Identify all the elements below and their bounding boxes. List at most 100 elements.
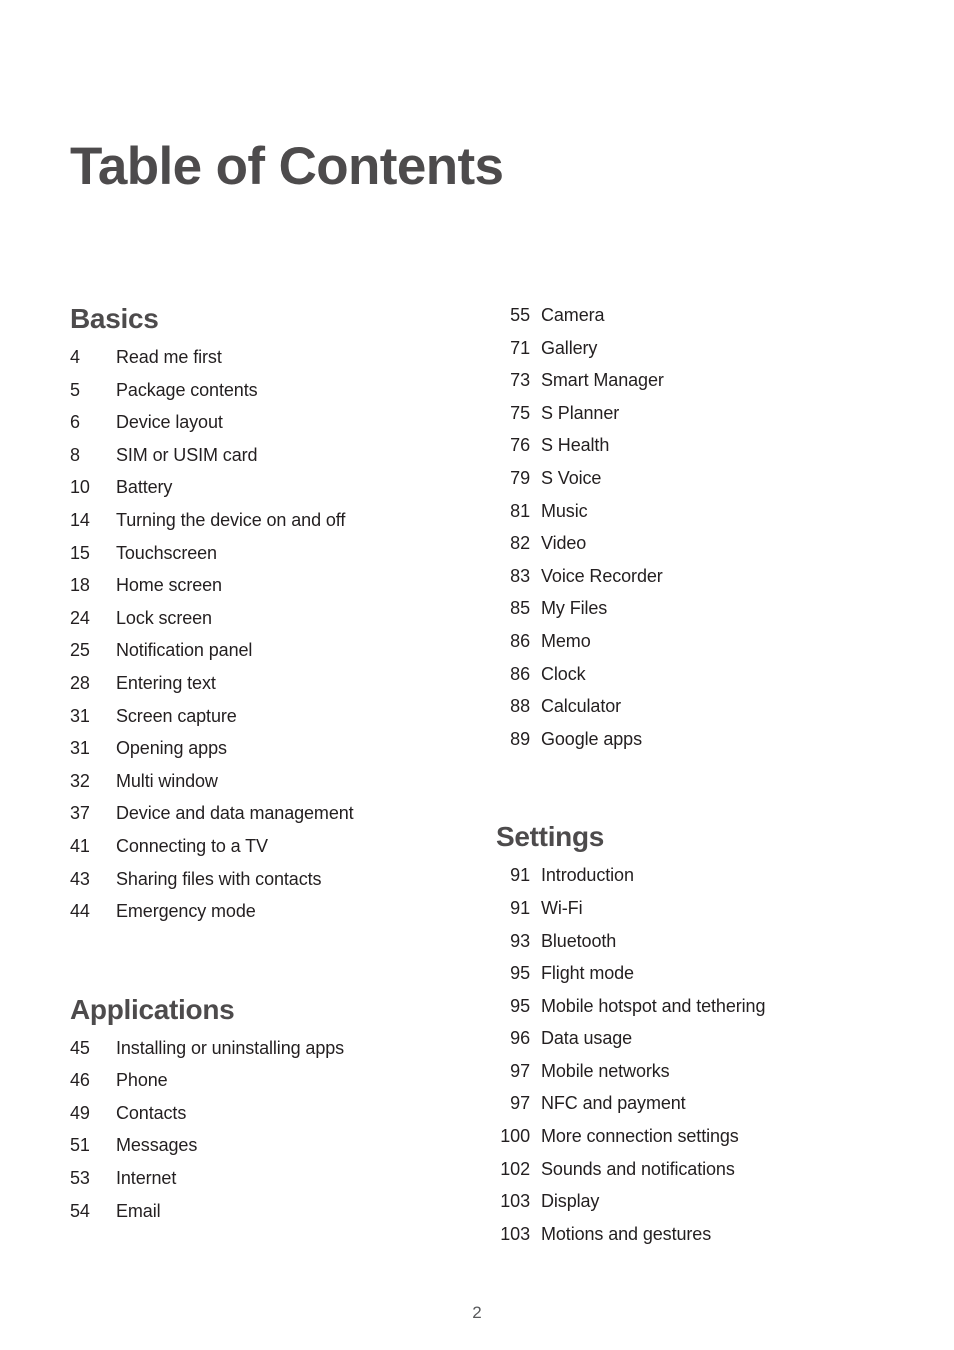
toc-entry-label: Home screen (116, 575, 222, 596)
toc-entry[interactable]: 46 Phone (70, 1070, 470, 1103)
toc-entry-label: Motions and gestures (541, 1223, 712, 1244)
toc-entry-label: Touchscreen (116, 542, 217, 563)
toc-entry[interactable]: 43 Sharing files with contacts (70, 869, 470, 902)
toc-entry-label: S Planner (541, 402, 620, 423)
toc-entry[interactable]: 96 Data usage (496, 1028, 896, 1061)
toc-entry-label: Google apps (541, 728, 642, 749)
toc-entry[interactable]: 45 Installing or uninstalling apps (70, 1038, 470, 1071)
toc-entry-page-number: 53 (70, 1168, 90, 1189)
toc-entry-page-number: 41 (70, 835, 90, 856)
toc-entry-label: Camera (541, 305, 605, 325)
toc-entry[interactable]: 103 Motions and gestures (496, 1224, 896, 1257)
toc-entry-label: Sharing files with contacts (116, 868, 322, 889)
toc-entry[interactable]: 55 Camera (496, 305, 896, 338)
toc-entry[interactable]: 76 S Health (496, 435, 896, 468)
toc-entry-page-number: 89 (510, 728, 530, 749)
toc-entry[interactable]: 14 Turning the device on and off (70, 510, 470, 543)
toc-entry-label: SIM or USIM card (116, 444, 258, 465)
toc-entry-label: NFC and payment (541, 1093, 686, 1114)
toc-entry[interactable]: 6 Device layout (70, 412, 470, 445)
toc-entry[interactable]: 79 S Voice (496, 468, 896, 501)
toc-entry[interactable]: 25 Notification panel (70, 640, 470, 673)
toc-entry-label: Device and data management (116, 803, 354, 824)
toc-entry-page-number: 49 (70, 1102, 90, 1123)
toc-entry-label: Messages (116, 1135, 198, 1156)
toc-entry-page-number: 103 (500, 1223, 530, 1244)
toc-entry[interactable]: 31 Opening apps (70, 738, 470, 771)
toc-entry[interactable]: 4 Read me first (70, 347, 470, 380)
toc-entry[interactable]: 31 Screen capture (70, 706, 470, 739)
toc-entry[interactable]: 89 Google apps (496, 729, 896, 762)
toc-entry-list: 55 Camera 71 Gallery 73 Smart Manager 75 S Plan… (496, 305, 896, 761)
toc-entry-label: Bluetooth (541, 930, 617, 951)
toc-entry-label: Voice Recorder (541, 565, 663, 586)
toc-entry-page-number: 83 (510, 565, 530, 586)
toc-entry[interactable]: 83 Voice Recorder (496, 566, 896, 599)
toc-entry-page-number: 71 (510, 337, 530, 358)
toc-entry[interactable]: 24 Lock screen (70, 608, 470, 641)
toc-entry-label: Mobile hotspot and tethering (541, 995, 766, 1016)
toc-entry-page-number: 75 (510, 402, 530, 423)
toc-entry[interactable]: 95 Flight mode (496, 963, 896, 996)
toc-entry-page-number: 96 (510, 1028, 530, 1049)
toc-entry[interactable]: 28 Entering text (70, 673, 470, 706)
toc-entry[interactable]: 85 My Files (496, 598, 896, 631)
toc-entry[interactable]: 91 Introduction (496, 865, 896, 898)
toc-entry[interactable]: 71 Gallery (496, 338, 896, 371)
toc-entry-page-number: 5 (70, 379, 80, 400)
toc-section-basics: Basics 4 Read me first 5 Package contents 6 De… (70, 305, 470, 934)
toc-entry-label: Introduction (541, 865, 634, 886)
toc-section-continued: 55 Camera 71 Gallery 73 Smart Manager 75 S Plan… (496, 305, 896, 761)
toc-entry-label: Memo (541, 630, 591, 651)
toc-entry[interactable]: 91 Wi-Fi (496, 898, 896, 931)
toc-entry[interactable]: 88 Calculator (496, 696, 896, 729)
toc-entry[interactable]: 95 Mobile hotspot and tethering (496, 996, 896, 1029)
toc-entry-page-number: 79 (510, 467, 530, 488)
toc-entry-page-number: 10 (70, 477, 90, 498)
toc-entry-label: S Health (541, 435, 610, 456)
toc-entry[interactable]: 10 Battery (70, 477, 470, 510)
toc-entry[interactable]: 15 Touchscreen (70, 543, 470, 576)
toc-entry-label: Turning the device on and off (116, 509, 346, 530)
toc-entry[interactable]: 5 Package contents (70, 380, 470, 413)
toc-entry[interactable]: 86 Clock (496, 664, 896, 697)
toc-entry[interactable]: 49 Contacts (70, 1103, 470, 1136)
toc-entry[interactable]: 75 S Planner (496, 403, 896, 436)
toc-entry[interactable]: 41 Connecting to a TV (70, 836, 470, 869)
toc-entry[interactable]: 93 Bluetooth (496, 931, 896, 964)
toc-entry[interactable]: 97 NFC and payment (496, 1093, 896, 1126)
toc-section-settings: Settings 91 Introduction 91 Wi-Fi 93 Bluetooth… (496, 823, 896, 1256)
toc-entry-page-number: 97 (510, 1060, 530, 1081)
toc-entry-label: Entering text (116, 672, 216, 693)
section-heading-applications: Applications (70, 993, 235, 1025)
toc-entry[interactable]: 100 More connection settings (496, 1126, 896, 1159)
toc-entry[interactable]: 73 Smart Manager (496, 370, 896, 403)
section-heading-basics: Basics (70, 303, 159, 334)
toc-entry[interactable]: 103 Display (496, 1191, 896, 1224)
toc-entry[interactable]: 37 Device and data management (70, 803, 470, 836)
toc-entry[interactable]: 81 Music (496, 501, 896, 534)
section-heading-settings: Settings (496, 821, 605, 853)
toc-entry-page-number: 43 (70, 868, 90, 889)
toc-entry-label: Mobile networks (541, 1060, 670, 1081)
toc-entry[interactable]: 8 SIM or USIM card (70, 445, 470, 478)
toc-entry-label: Gallery (541, 337, 598, 358)
toc-entry-label: Screen capture (116, 705, 237, 726)
toc-entry[interactable]: 82 Video (496, 533, 896, 566)
toc-entry-label: Clock (541, 663, 586, 684)
toc-entry-page-number: 95 (510, 963, 530, 984)
toc-entry[interactable]: 18 Home screen (70, 575, 470, 608)
toc-entry[interactable]: 53 Internet (70, 1168, 470, 1201)
toc-entry[interactable]: 51 Messages (70, 1135, 470, 1168)
toc-entry-page-number: 8 (70, 444, 80, 465)
toc-entry[interactable]: 54 Email (70, 1201, 470, 1234)
toc-entry[interactable]: 102 Sounds and notifications (496, 1159, 896, 1192)
toc-entry-label: Battery (116, 477, 173, 498)
toc-entry-label: Contacts (116, 1102, 187, 1123)
toc-entry-label: Connecting to a TV (116, 835, 268, 856)
toc-entry[interactable]: 44 Emergency mode (70, 901, 470, 934)
toc-entry[interactable]: 32 Multi window (70, 771, 470, 804)
toc-entry[interactable]: 86 Memo (496, 631, 896, 664)
toc-entry-label: Lock screen (116, 607, 212, 628)
toc-entry[interactable]: 97 Mobile networks (496, 1061, 896, 1094)
